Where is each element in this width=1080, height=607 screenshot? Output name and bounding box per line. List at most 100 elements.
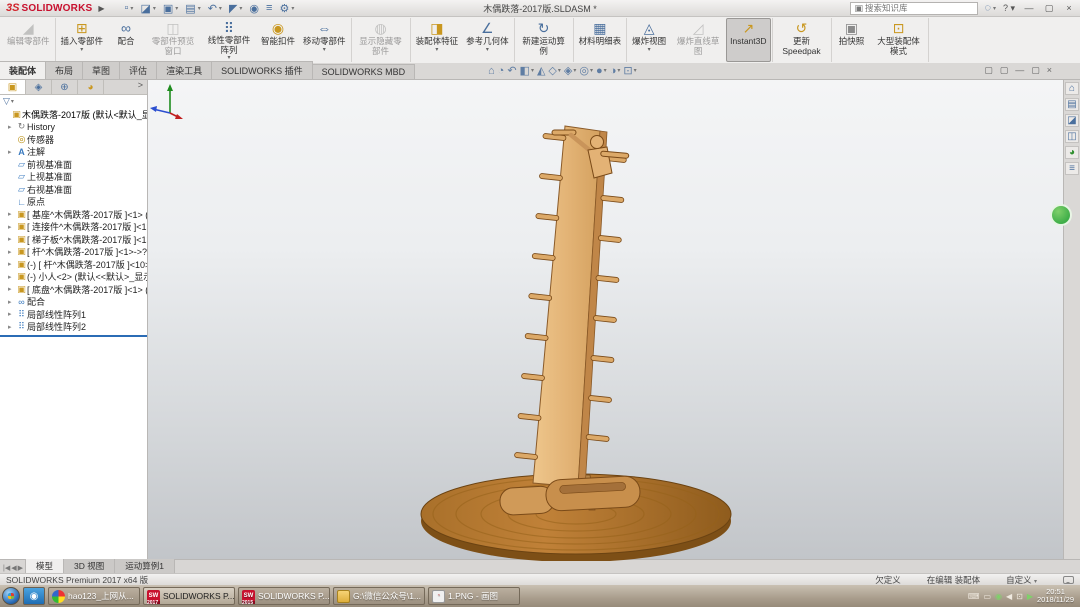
options-icon[interactable]: ⚙▾ [279,2,294,15]
bill-of-materials-button[interactable]: ▦材料明细表 [575,18,626,62]
tree-item[interactable]: ▸▣(-) [ 杆^木偶跌落-2017版 ]<10>->? [0,258,147,271]
expand-arrow-icon[interactable]: ▸ [8,223,16,231]
large-assembly-mode-button[interactable]: ⊡大型装配体模式 [871,18,927,62]
dropdown-caret-icon[interactable]: ▾ [175,5,178,12]
display-style-icon[interactable]: ◈▾ [564,64,576,77]
tab-装配体[interactable]: 装配体 [0,61,46,79]
floating-green-badge[interactable] [1050,204,1072,226]
appearances-scenes-icon[interactable]: ◕ [1065,146,1079,159]
next-window-button[interactable]: ▢ [1000,65,1009,76]
help-button[interactable]: ? ▾ [1002,3,1016,14]
dropdown-caret-icon[interactable]: ▾ [590,67,593,74]
save-document-icon[interactable]: ▣▾ [163,2,178,15]
dropdown-caret-icon[interactable]: ▾ [198,5,201,12]
panel-expand-arrow[interactable]: > [134,80,147,94]
zoom-to-fit-icon[interactable]: ⌂ [488,65,495,77]
dynamic-annotation-view-icon[interactable]: ◭ [537,64,545,77]
hide-show-items-icon[interactable]: ◎▾ [579,64,593,77]
expand-arrow-icon[interactable]: ▸ [8,310,16,318]
file-properties-icon[interactable]: ≡ [266,2,272,14]
doc-minimize-button[interactable]: — [1015,65,1024,76]
tree-item[interactable]: ▸↻History [0,121,147,134]
view-orientation-icon[interactable]: ◇▾ [548,64,560,77]
tree-item[interactable]: ▸A注解 [0,146,147,159]
expand-arrow-icon[interactable]: ▸ [8,285,16,293]
propertymanager-tab[interactable]: ◈ [26,80,52,94]
doc-restore-button[interactable]: ▢ [1031,65,1040,76]
prev-window-button[interactable]: ▢ [984,65,993,76]
graphics-viewport[interactable] [148,80,1063,559]
take-snapshot-button[interactable]: ▣拍快照 [833,18,871,62]
updater-icon[interactable]: ▶ [1027,592,1033,601]
tree-item[interactable]: ▸▣(-) 小人<2> (默认<<默认>_显示状态 [0,271,147,284]
display-icon[interactable]: ⊡ [1016,592,1023,601]
doc-tab-模型[interactable]: 模型 [25,558,64,573]
search-input[interactable] [865,3,974,13]
apply-scene-icon[interactable]: ◑▾ [610,65,621,77]
tree-item[interactable]: ▸▣[ 基座^木偶跌落-2017版 ]<1> (Defa [0,208,147,221]
dropdown-caret-icon[interactable]: ▾ [323,47,326,53]
taskbar-button-solidworks-2015[interactable]: SW2015SOLIDWORKS P... [238,587,330,605]
featuremanager-tab[interactable]: ▣ [0,80,26,94]
expand-arrow-icon[interactable]: ▸ [8,248,16,256]
undo-icon[interactable]: ↶▾ [208,2,222,15]
tree-item[interactable]: ▸⠿局部线性阵列1 [0,308,147,321]
expand-arrow-icon[interactable]: ▸ [8,210,16,218]
dropdown-caret-icon[interactable]: ▾ [153,5,156,12]
dropdown-caret-icon[interactable]: ▾ [80,47,83,53]
new-document-icon[interactable]: ▫▾ [125,2,134,14]
dropdown-caret-icon[interactable]: ▾ [291,5,294,12]
print-document-icon[interactable]: ▤▾ [185,2,200,15]
dropdown-caret-icon[interactable]: ▾ [634,67,637,74]
dropdown-caret-icon[interactable]: ▾ [435,47,438,53]
instant3d-button[interactable]: ↗Instant3D [726,18,770,62]
tree-filter-row[interactable]: ▽ ▾ [0,95,147,107]
tab-SOLIDWORKS MBD[interactable]: SOLIDWORKS MBD [312,64,416,79]
filter-caret-icon[interactable]: ▾ [11,98,14,105]
mate-button[interactable]: ∞配合 [107,18,145,62]
custom-status-dropdown[interactable]: 自定义 ▾ [1006,574,1037,586]
tree-root-item[interactable]: ▣木偶跌落-2017版 (默认<默认_显示状态-1 [0,108,147,121]
start-button[interactable] [2,587,20,605]
doc-tab-3D 视图[interactable]: 3D 视图 [63,558,115,573]
view-palette-icon[interactable]: ◫ [1065,130,1079,143]
keyboard-icon[interactable]: ⌨ [968,592,980,601]
file-explorer-icon[interactable]: ◪ [1065,114,1079,127]
dropdown-caret-icon[interactable]: ▾ [617,67,620,74]
expand-arrow-icon[interactable]: ▸ [8,273,16,281]
taskbar-button-folder-weixin[interactable]: G:\微信公众号\1... [333,587,425,605]
doc-close-button[interactable]: × [1047,65,1052,76]
expand-arrow-icon[interactable]: ▸ [8,123,16,131]
previous-view-icon[interactable]: ↶ [507,64,516,77]
dropdown-caret-icon[interactable]: ▾ [486,47,489,53]
dropdown-caret-icon[interactable]: ▾ [239,5,242,12]
taskbar-button-hao123[interactable]: hao123_上网从... [48,587,140,605]
design-library-icon[interactable]: ▤ [1065,98,1079,111]
3d-model[interactable] [148,80,1063,561]
taskbar-button-paint-1png[interactable]: ◔1.PNG - 画图 [428,587,520,605]
tab-布局[interactable]: 布局 [45,61,83,79]
dropdown-caret-icon[interactable]: ▾ [219,5,222,12]
dropdown-caret-icon[interactable]: ▾ [604,67,607,74]
section-view-icon[interactable]: ◧▾ [520,64,534,77]
expand-arrow-icon[interactable]: ▸ [8,298,16,306]
expand-arrow-icon[interactable]: ▸ [8,235,16,243]
reference-geometry-button[interactable]: ∠参考几何体▾ [462,18,513,62]
linear-component-pattern-button[interactable]: ⠿线性零部件阵列▾ [201,18,257,62]
expand-arrow-icon[interactable]: ▸ [8,148,16,156]
search-icon[interactable]: ◌▾ [984,2,996,14]
move-component-button[interactable]: ⇔移动零部件▾ [299,18,350,62]
select-cursor-icon[interactable]: ◤▾ [229,2,242,15]
tab-nav-arrow-icon[interactable]: |◀ [3,564,10,572]
home-icon[interactable]: ⌂ [1065,82,1079,95]
insert-components-button[interactable]: ⊞插入零部件▾ [57,18,108,62]
tab-nav-arrow-icon[interactable]: ◀ [11,564,16,572]
knowledge-search[interactable]: ▣ [850,2,978,15]
zoom-to-area-icon[interactable]: ◔ [498,65,505,77]
smart-fasteners-button[interactable]: ◉智能扣件 [257,18,299,62]
security-icon[interactable]: ◉ [995,592,1002,601]
assembly-features-button[interactable]: ◨装配体特征▾ [412,18,463,62]
expand-arrow-icon[interactable]: ▸ [8,260,16,268]
tree-item[interactable]: ▸▣[ 梯子板^木偶跌落-2017版 ]<1>->? [0,233,147,246]
taskbar-button-solidworks-2017[interactable]: SW2017SOLIDWORKS P... [143,587,235,605]
